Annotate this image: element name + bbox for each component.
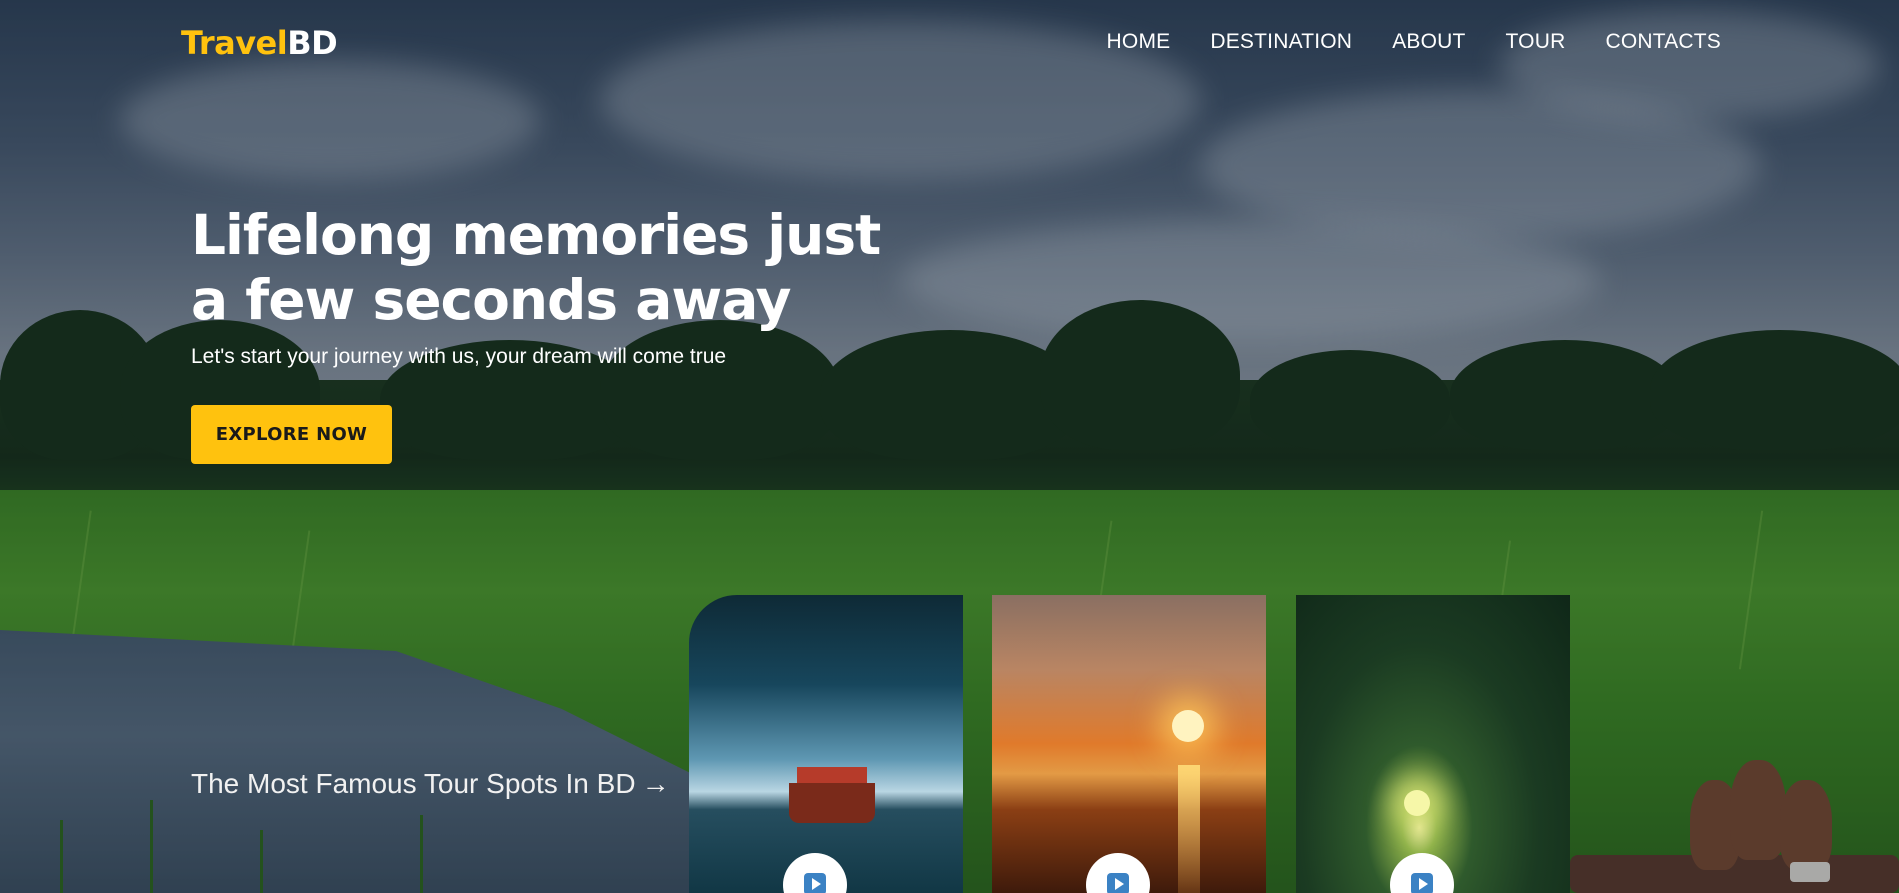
logo-text-secondary: BD	[287, 24, 338, 62]
nav-home[interactable]: HOME	[1107, 30, 1171, 54]
boat-lake-image	[689, 595, 963, 893]
tour-spot-card-sunset[interactable]	[992, 595, 1266, 893]
play-icon	[804, 873, 826, 893]
tour-spot-card-forest[interactable]	[1296, 595, 1570, 893]
play-icon	[1411, 873, 1433, 893]
nav-about[interactable]: ABOUT	[1392, 30, 1465, 54]
arrow-right-icon: →	[641, 768, 670, 799]
forest-path-image	[1296, 595, 1570, 893]
nav-contacts[interactable]: CONTACTS	[1605, 30, 1721, 54]
famous-spots-heading: The Most Famous Tour Spots In BD	[191, 768, 636, 799]
logo[interactable]: TravelBD	[181, 24, 338, 62]
site-header: TravelBD HOME DESTINATION ABOUT TOUR CON…	[0, 0, 1899, 86]
tour-spot-card-boat[interactable]	[689, 595, 963, 893]
logo-text-primary: Travel	[181, 24, 288, 62]
famous-spots-link[interactable]: The Most Famous Tour Spots In BD →	[191, 768, 670, 800]
explore-now-button[interactable]: EXPLORE NOW	[191, 405, 392, 464]
nav-destination[interactable]: DESTINATION	[1210, 30, 1352, 54]
sunset-sea-image	[992, 595, 1266, 893]
main-nav: HOME DESTINATION ABOUT TOUR CONTACTS	[1107, 30, 1721, 54]
hero-subtitle: Let's start your journey with us, your d…	[191, 345, 727, 368]
hero-title: Lifelong memories just a few seconds awa…	[191, 203, 881, 332]
nav-tour[interactable]: TOUR	[1506, 30, 1566, 54]
play-icon	[1107, 873, 1129, 893]
